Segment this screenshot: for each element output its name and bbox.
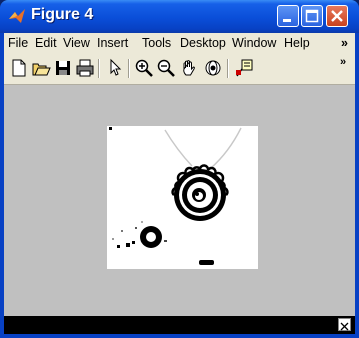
- menu-file[interactable]: File: [8, 36, 28, 50]
- speck: [121, 230, 123, 232]
- figure-window: Figure 4 File Edit View Insert Tools Des…: [0, 0, 359, 338]
- zoom-in-icon[interactable]: [134, 58, 154, 78]
- speck: [132, 241, 135, 244]
- speck: [109, 127, 112, 130]
- menu-tools[interactable]: Tools: [142, 36, 171, 50]
- speck: [141, 221, 143, 223]
- pan-hand-icon[interactable]: [179, 58, 199, 78]
- pendant-large: [174, 169, 226, 221]
- menu-insert[interactable]: Insert: [97, 36, 128, 50]
- figure-toolbar: »: [4, 54, 355, 85]
- figure-canvas: [4, 85, 355, 316]
- toolbar-overflow[interactable]: »: [340, 56, 346, 68]
- speck: [164, 240, 167, 242]
- data-cursor-icon[interactable]: [234, 58, 254, 78]
- speck: [117, 245, 120, 248]
- open-file-icon[interactable]: [31, 58, 51, 78]
- speck: [126, 243, 130, 247]
- window-border-bottom: [0, 334, 359, 338]
- window-title: Figure 4: [31, 6, 94, 23]
- new-figure-icon[interactable]: [9, 58, 29, 78]
- minimize-icon: [283, 19, 291, 22]
- image-axes[interactable]: [107, 126, 258, 269]
- matlab-logo-icon: [9, 9, 25, 23]
- menu-bar: File Edit View Insert Tools Desktop Wind…: [4, 33, 355, 54]
- rotate-3d-icon[interactable]: [203, 58, 223, 78]
- menu-view[interactable]: View: [63, 36, 90, 50]
- close-icon: [331, 10, 343, 22]
- status-bar: [4, 316, 355, 334]
- minimize-button[interactable]: [277, 5, 299, 27]
- edit-plot-arrow-icon[interactable]: [105, 58, 125, 78]
- ring-small: [140, 226, 162, 248]
- menu-overflow[interactable]: »: [341, 36, 348, 50]
- menu-edit[interactable]: Edit: [35, 36, 57, 50]
- maximize-button[interactable]: [301, 5, 323, 27]
- speck: [135, 227, 137, 229]
- toolbar-separator: [128, 59, 130, 78]
- speck: [112, 238, 114, 240]
- toolbar-separator: [227, 59, 229, 78]
- shadow-bar: [199, 260, 214, 265]
- window-border-right: [355, 33, 359, 338]
- menu-help[interactable]: Help: [284, 36, 310, 50]
- window-client-area: File Edit View Insert Tools Desktop Wind…: [4, 33, 355, 334]
- save-icon[interactable]: [53, 58, 73, 78]
- maximize-icon: [305, 9, 319, 23]
- title-bar[interactable]: Figure 4: [0, 0, 359, 33]
- zoom-out-icon[interactable]: [156, 58, 176, 78]
- print-icon[interactable]: [75, 58, 95, 78]
- menu-desktop[interactable]: Desktop: [180, 36, 226, 50]
- close-icon: [340, 322, 349, 331]
- toolbar-separator: [98, 59, 100, 78]
- menu-window[interactable]: Window: [232, 36, 276, 50]
- close-button[interactable]: [326, 5, 348, 27]
- status-close-button[interactable]: [338, 318, 351, 331]
